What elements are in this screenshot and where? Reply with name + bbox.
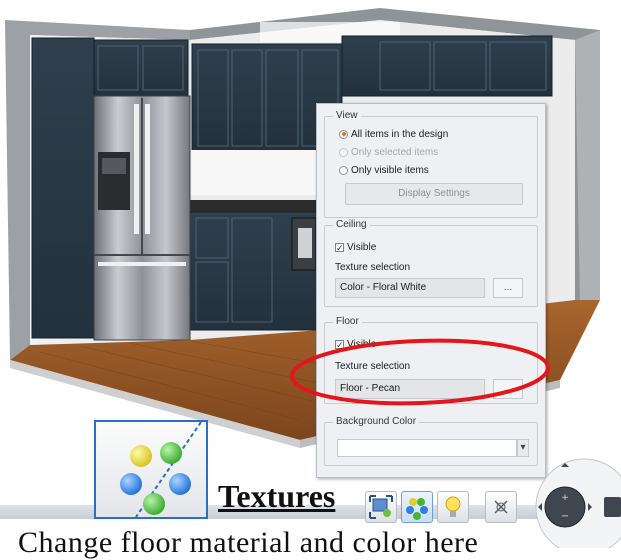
textures-icon (406, 498, 428, 520)
bottom-caption: Change floor material and color here (18, 526, 479, 559)
zoom-out-icon[interactable]: − (561, 511, 569, 522)
radio-disabled-icon (339, 147, 348, 157)
floor-texture-field[interactable]: Floor - Pecan (335, 379, 485, 399)
navigation-wheel-icon[interactable]: + − (532, 455, 621, 548)
zoom-in-icon[interactable]: + (561, 493, 569, 503)
dropdown-arrow-icon[interactable]: ▾ (517, 439, 529, 457)
textures-button[interactable] (401, 491, 433, 523)
orbit-icon (604, 497, 621, 517)
floor-browse-button[interactable]: ... (493, 379, 523, 399)
floor-group-title: Floor (333, 316, 362, 327)
fit-view-button[interactable] (365, 491, 397, 523)
crosshair-icon (494, 500, 508, 514)
floor-texture-label: Texture selection (335, 361, 411, 372)
radio-label: Only visible items (351, 164, 429, 176)
background-color-field[interactable] (337, 439, 517, 457)
radio-label: All items in the design (351, 128, 449, 140)
checkbox-label: Visible (347, 338, 377, 350)
checkmark-icon: ✓ (335, 339, 344, 350)
radio-icon (339, 165, 348, 175)
ceiling-visible-checkbox[interactable]: ✓ Visible (335, 240, 376, 254)
background-color-title: Background Color (333, 416, 420, 427)
ceiling-group-title: Ceiling (333, 219, 370, 230)
radio-all-items[interactable]: All items in the design (339, 127, 448, 141)
ceiling-texture-field[interactable]: Color - Floral White (335, 278, 485, 298)
floor-group: Floor ✓ Visible Texture selection Floor … (324, 316, 538, 404)
background-color-group: Background Color ▾ (324, 416, 538, 466)
display-settings-button[interactable]: Display Settings (345, 183, 523, 205)
ceiling-browse-button[interactable]: ... (493, 278, 523, 298)
view-group: View All items in the design Only select… (324, 110, 538, 218)
textures-label: Textures (218, 478, 336, 514)
lighting-button[interactable] (437, 491, 469, 523)
crosshair-button[interactable] (485, 491, 517, 523)
checkbox-label: Visible (347, 241, 377, 253)
floor-visible-checkbox[interactable]: ✓ Visible (335, 337, 376, 351)
display-settings-panel: View All items in the design Only select… (316, 103, 546, 478)
radio-label: Only selected items (351, 146, 439, 158)
radio-only-selected[interactable]: Only selected items (339, 145, 438, 159)
fit-view-icon (369, 495, 393, 519)
view-toolbar (365, 488, 535, 528)
lightbulb-icon (445, 496, 461, 517)
radio-selected-icon (339, 129, 348, 139)
ceiling-group: Ceiling ✓ Visible Texture selection Colo… (324, 219, 538, 307)
ceiling-texture-label: Texture selection (335, 262, 411, 273)
view-group-title: View (333, 110, 361, 121)
checkmark-icon: ✓ (335, 242, 344, 253)
textures-icon (94, 420, 208, 519)
radio-only-visible[interactable]: Only visible items (339, 163, 429, 177)
